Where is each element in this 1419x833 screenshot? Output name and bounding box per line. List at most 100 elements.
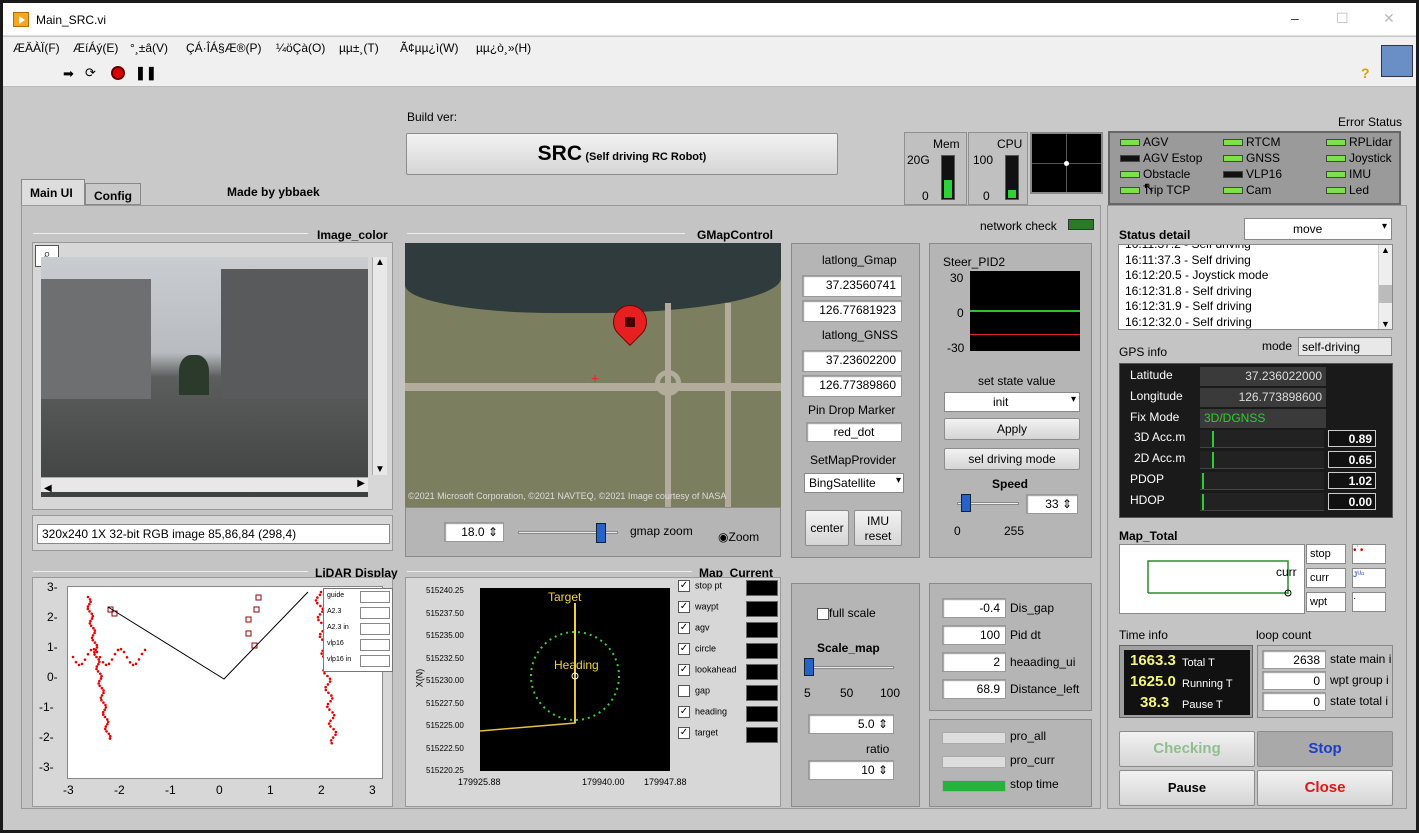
ratio-input[interactable]: 10 ⇕ [808,760,894,780]
state-value-select[interactable]: init ▾ [944,392,1080,412]
status-log-scrollbar[interactable]: ▲ ▼ [1378,245,1392,329]
run-arrow-icon[interactable]: ➡ [63,66,74,82]
gmap-view[interactable]: + ©2021 Microsoft Corporation, ©2021 NAV… [405,243,781,507]
tab-config[interactable]: Config [85,183,141,205]
lidar-legend-swatch [360,655,390,667]
lidar-point [96,670,100,673]
image-hscroll[interactable]: ◀ ▶ [41,477,368,494]
map-current-legend-item[interactable]: ✓ agv [678,622,710,634]
mem-bar-fill [944,179,952,198]
menu-view[interactable]: °¸±â(V) [130,41,168,55]
minimize-button[interactable]: – [1291,10,1299,26]
sel-driving-mode-button[interactable]: sel driving mode [944,448,1080,470]
status-log[interactable]: 16:11:37.2 - Self driving 16:11:37.3 - Se… [1118,244,1393,330]
lidar-legend-label: A2.3 in [327,624,349,631]
menu-edit[interactable]: ÆíÁý(E) [73,41,118,55]
pause-button[interactable]: Pause [1119,770,1255,806]
error-status-name: RTCM [1246,135,1281,149]
menu-file[interactable]: ÆÄÀÏ(F) [13,41,60,55]
speed-thumb[interactable] [961,494,972,512]
pause-icon[interactable]: ❚❚ [135,65,157,81]
lidar-point [103,715,107,719]
legend-checkbox[interactable]: ✓ [678,643,690,655]
abort-icon[interactable] [111,66,125,80]
map-current-legend-item[interactable]: ✓ heading [678,706,727,718]
map-current-legend-item[interactable]: gap [678,685,710,697]
gmap-zoom-slider[interactable] [518,523,618,543]
map-current-ylabel: X(N) [414,668,425,688]
legend-label: agv [695,622,710,633]
pin-drop-input[interactable]: red_dot [806,422,902,442]
map-current-legend-item[interactable]: ✓ circle [678,643,716,655]
apply-button[interactable]: Apply [944,418,1080,440]
checking-button[interactable]: Checking [1119,731,1255,767]
full-scale-checkbox[interactable]: full scale [817,606,876,620]
map-provider-select[interactable]: BingSatellite ▾ [804,473,904,493]
menu-window[interactable]: Ã¢µµ¿ì(W) [400,41,459,55]
menu-tools[interactable]: µµ±¸(T) [339,41,379,55]
close-button[interactable]: Close [1257,770,1393,806]
lidar-point [137,658,141,661]
zoom-radio-label: Zoom [728,530,760,544]
image-vscroll[interactable]: ▲ ▼ [372,257,387,475]
maximize-button[interactable]: ☐ [1336,10,1349,27]
legend-checkbox[interactable]: ✓ [678,580,690,592]
map-current-legend-item[interactable]: ✓ waypt [678,601,719,613]
legend-checkbox[interactable]: ✓ [678,727,690,739]
map-current-legend-item[interactable]: ✓ target [678,727,718,739]
lidar-point [134,662,138,666]
steer-y-mid: 0 [957,306,964,320]
time-info-panel: 1663.3 Total T 1625.0 Running T 38.3 Pause T [1119,645,1253,718]
distance-label: Distance_left [1010,682,1080,696]
scale-value-input[interactable]: 5.0 ⇕ [808,714,894,734]
map-total-curr-text: curr [1276,565,1297,579]
menu-help[interactable]: µµ¿ò¸»(H) [476,41,531,55]
legend-checkbox[interactable]: ✓ [678,622,690,634]
state-value: init [993,395,1009,409]
run-continuous-icon[interactable]: ⟳ [85,65,96,81]
menu-project[interactable]: ÇÁ·ÎÁ§Æ®(P) [186,41,262,55]
gmap-zoom-input[interactable]: 18.0 ⇕ [444,522,504,542]
map-current-legend-item[interactable]: ✓ stop pt [678,580,722,592]
target-label: Target [548,590,582,604]
legend-checkbox[interactable]: ✓ [678,706,690,718]
lidar-point [99,677,103,680]
map-current-legend-item[interactable]: ✓ lookahead [678,664,737,676]
legend-checkbox[interactable] [678,685,690,697]
gmap-zoom-thumb[interactable] [596,523,606,543]
lidar-point [104,706,108,709]
imu-reset-button[interactable]: IMU reset [854,510,902,546]
legend-checkbox[interactable]: ✓ [678,601,690,613]
menu-operate[interactable]: ¼öÇà(O) [276,41,325,55]
mem-scale-bottom: 0 [922,189,929,203]
lidar-point [95,667,98,671]
error-status-item: Cam [1223,183,1271,197]
speed-slider[interactable] [957,494,1019,512]
gps-info-panel: Latitude 37.236022000 Longitude 126.7738986… [1119,363,1393,518]
build-ver-label: Build ver: [407,110,458,124]
speed-input[interactable]: 33 ⇕ [1026,494,1078,514]
legend-swatch [746,622,778,638]
lidar-obstacle-marker [255,594,262,601]
lidar-point [98,679,101,683]
title-button[interactable]: SRC (Self driving RC Robot) [406,133,838,175]
legend-checkbox[interactable]: ✓ [678,664,690,676]
lidar-point [332,713,336,717]
stop-button[interactable]: Stop [1257,731,1393,767]
lidar-point [319,590,323,594]
loop-value: 2638 [1262,650,1326,669]
menu-bar: ÆÄÀÏ(F) ÆíÁý(E) °¸±â(V) ÇÁ·ÎÁ§Æ®(P) ¼öÇà… [3,37,1416,59]
mem-gauge: Mem 20G 0 [904,132,967,205]
help-icon[interactable]: ? [1361,65,1370,81]
center-button[interactable]: center [805,510,849,546]
lidar-point [107,732,111,736]
progress-label: pro_all [1010,729,1047,743]
status-filter-select[interactable]: move ▾ [1244,218,1392,240]
scale-map-thumb[interactable] [804,658,814,676]
map-total-svg [1147,560,1292,597]
scale-map-slider[interactable] [804,658,894,676]
full-scale-check[interactable] [817,607,829,620]
zoom-radio[interactable]: ◉Zoom [718,530,759,544]
tab-main-ui[interactable]: Main UI [21,179,85,205]
close-window-button[interactable]: ✕ [1383,10,1395,27]
